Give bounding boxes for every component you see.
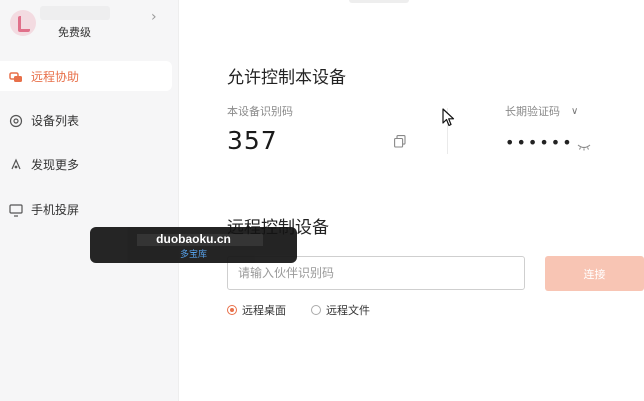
- radio-label: 远程桌面: [242, 304, 286, 317]
- radio-remote-file[interactable]: 远程文件: [311, 302, 370, 318]
- copy-icon[interactable]: [394, 133, 406, 152]
- account-tier: 免费级: [58, 26, 91, 39]
- device-id-label: 本设备识别码: [227, 105, 293, 118]
- mouse-cursor-icon: [442, 108, 456, 132]
- connect-button[interactable]: 连接: [545, 256, 644, 291]
- remote-assist-icon: [9, 69, 23, 83]
- device-list-icon: [9, 113, 23, 128]
- discover-icon: [9, 157, 23, 171]
- watermark-overlay: duobaoku.cn 多宝库: [90, 227, 297, 263]
- password-value: ••••••: [505, 133, 574, 152]
- radio-label: 远程文件: [326, 304, 370, 317]
- watermark-site: duobaoku.cn: [156, 232, 231, 246]
- eye-closed-icon[interactable]: [577, 136, 591, 155]
- chevron-right-icon[interactable]: ›: [151, 9, 157, 25]
- screen-cast-icon: [9, 202, 23, 217]
- main-panel: 允许控制本设备 本设备识别码 357 长期验证码 ∨ •••••• 远程控制设备…: [179, 0, 644, 401]
- password-label[interactable]: 长期验证码: [505, 103, 560, 119]
- profile-card[interactable]: 免费级 ›: [0, 0, 178, 52]
- user-name-blurred: [40, 6, 110, 20]
- sidebar-item-remote-assist[interactable]: 远程协助: [0, 61, 172, 91]
- chevron-down-icon[interactable]: ∨: [571, 106, 578, 117]
- sidebar-item-label: 远程协助: [31, 69, 80, 84]
- watermark-name: 多宝库: [179, 250, 207, 260]
- sidebar: 免费级 › 远程协助 设备列表 发现更多 手机投屏: [0, 0, 179, 401]
- radio-checked-icon[interactable]: [227, 305, 237, 315]
- allow-control-title: 允许控制本设备: [227, 68, 346, 88]
- sidebar-item-device-list[interactable]: 设备列表: [0, 105, 172, 135]
- sidebar-item-label: 手机投屏: [31, 202, 80, 217]
- radio-unchecked-icon[interactable]: [311, 305, 321, 315]
- avatar[interactable]: [10, 10, 36, 36]
- window-tab-strip: [349, 0, 409, 3]
- device-id-value: 357: [227, 126, 278, 155]
- sidebar-item-label: 发现更多: [31, 157, 80, 172]
- sidebar-item-discover[interactable]: 发现更多: [0, 149, 172, 179]
- sidebar-item-label: 设备列表: [31, 113, 80, 128]
- radio-remote-desktop[interactable]: 远程桌面: [227, 302, 286, 318]
- sidebar-item-screen-cast[interactable]: 手机投屏: [0, 194, 172, 224]
